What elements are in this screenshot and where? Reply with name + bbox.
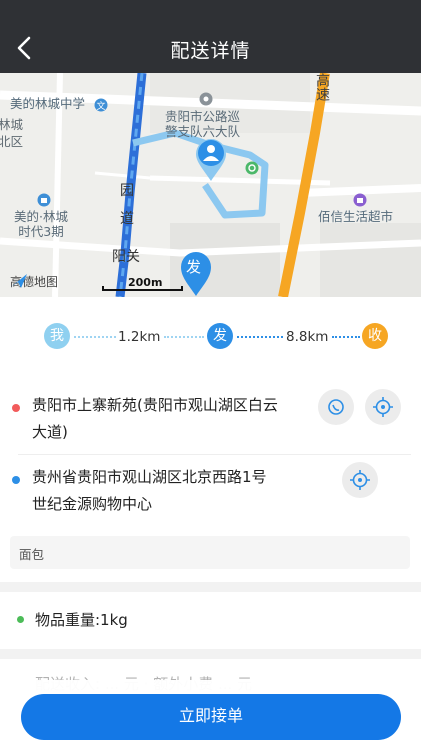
item-weight: 物品重量:1kg [35,611,128,629]
page-title: 配送详情 [170,40,251,62]
dropoff-dot [12,476,20,484]
map-provider-logo: 高德地图 [10,273,58,290]
map-label-road1: 园 [120,183,134,199]
locate-dropoff-button[interactable] [342,462,378,498]
dropoff-address-line1: 贵州省贵阳市观山湖区北京西路1号 [32,468,267,486]
map-label-police-line1: 贵阳市公路巡 [165,109,241,124]
address-divider [18,454,411,455]
telecom-icon [245,161,259,175]
supermarket-icon [353,193,367,207]
route-dash [237,336,283,338]
map-label-residence-line1: 美的·林城 [14,209,68,224]
school-icon: 文 [94,98,108,112]
weight-dot [17,616,24,623]
map-label-residence-line2: 时代3期 [18,224,64,239]
route-node-dropoff: 收 [362,323,388,349]
map-label-police-line2: 警支队六大队 [165,124,241,139]
courier-location-marker [196,139,226,181]
map-label-supermarket: 佰信生活超市 [318,209,394,224]
call-sender-button[interactable] [318,389,354,425]
distance-to-dropoff: 8.8km [286,329,329,345]
map-label-yangguan: 阳关 [112,249,140,265]
map-label-highway: 高速 [314,73,330,101]
accept-order-button[interactable]: 立即接单 [21,694,401,740]
route-summary: 我 1.2km 发 8.8km 收 [0,297,421,379]
pickup-dot [12,404,20,412]
distance-to-pickup: 1.2km [118,329,161,345]
bottom-action-bar: 立即接单 [0,680,421,750]
locate-pickup-button[interactable] [365,389,401,425]
address-card: 贵阳市上寨新苑(贵阳市观山湖区白云 大道) 贵州省贵阳市观山湖区北京西路1号 世… [0,379,421,582]
residence-icon [37,193,51,207]
amap-logo-icon [11,274,27,288]
route-dash [74,336,116,338]
map-view[interactable]: 发 文 美的林城中学 林城 北区 贵阳市公路巡 警支队六大队 美的·林城 时代3… [0,73,421,297]
locate-icon [373,397,393,417]
locate-icon [350,470,370,490]
map-label-beiqu: 北区 [0,134,24,149]
map-label-police: 贵阳市公路巡 警支队六大队 [165,109,240,139]
route-node-pickup: 发 [207,323,233,349]
pickup-marker-label: 发 [186,258,202,276]
pickup-address: 贵阳市上寨新苑(贵阳市观山湖区白云 大道) [32,392,278,446]
pickup-address-line1: 贵阳市上寨新苑(贵阳市观山湖区白云 [32,396,278,414]
map-scale-label: 200m [128,276,163,289]
dropoff-address: 贵州省贵阳市观山湖区北京西路1号 世纪金源购物中心 [32,464,267,518]
police-icon [199,92,213,106]
route-node-me: 我 [44,323,70,349]
map-label-lincheng: 林城 [0,117,24,132]
phone-icon [328,399,344,415]
map-label-school: 美的林城中学 [10,96,86,111]
svg-text:文: 文 [96,100,105,112]
map-label-residence: 美的·林城 时代3期 [14,209,68,239]
order-note: 面包 [10,536,410,569]
map-label-road2: 道 [120,211,134,227]
route-dash [164,336,204,338]
pickup-address-line2: 大道) [32,423,68,441]
item-weight-row: 物品重量:1kg [0,592,421,649]
dropoff-address-line2: 世纪金源购物中心 [32,495,153,513]
top-bar: 配送详情 [0,0,421,73]
route-dash [332,336,360,338]
